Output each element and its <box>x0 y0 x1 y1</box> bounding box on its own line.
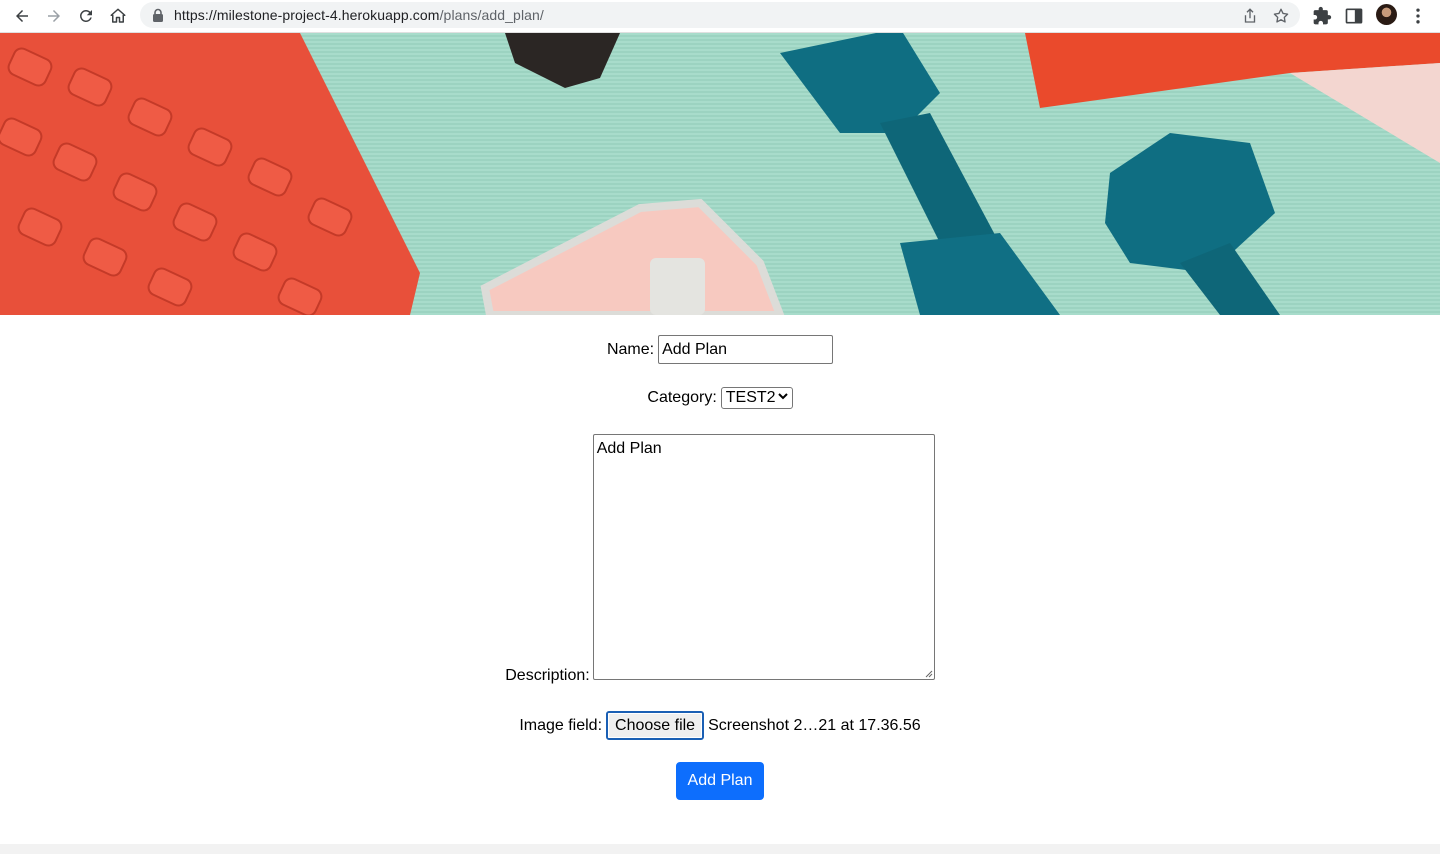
description-textarea[interactable]: Add Plan <box>592 434 935 680</box>
url-text[interactable]: https://milestone-project-4.herokuapp.co… <box>174 7 544 23</box>
url-host: https://milestone-project-4.herokuapp.co… <box>174 7 440 23</box>
reload-icon[interactable] <box>75 5 97 27</box>
browser-toolbar: https://milestone-project-4.herokuapp.co… <box>0 0 1440 33</box>
image-row: Image field: Choose file Screenshot 2…21… <box>0 711 1440 740</box>
category-row: Category: TEST2 <box>0 387 1440 409</box>
category-selected-value: TEST2 <box>725 389 776 406</box>
description-label: Description: <box>505 667 590 684</box>
page-footer-strip <box>0 844 1440 854</box>
share-icon[interactable] <box>1241 7 1259 25</box>
resize-handle-icon[interactable] <box>924 669 933 678</box>
back-icon[interactable] <box>11 5 33 27</box>
name-input[interactable]: Add Plan <box>658 335 834 364</box>
fitness-equipment-illustration <box>0 33 1440 315</box>
profile-avatar[interactable] <box>1376 4 1397 25</box>
url-path: /plans/add_plan/ <box>439 7 544 23</box>
address-bar[interactable]: https://milestone-project-4.herokuapp.co… <box>140 2 1300 28</box>
hero-image <box>0 33 1440 315</box>
chevron-down-icon <box>777 388 788 408</box>
name-row: Name: Add Plan <box>0 335 1440 364</box>
description-text: Add Plan <box>596 440 662 457</box>
add-plan-button[interactable]: Add Plan <box>675 762 765 800</box>
description-row: Description: Add Plan <box>0 434 1440 684</box>
menu-icon[interactable] <box>1408 6 1428 26</box>
bookmark-star-icon[interactable] <box>1272 7 1290 25</box>
submit-row: Add Plan <box>0 762 1440 800</box>
name-label: Name: <box>606 341 655 358</box>
extensions-icon[interactable] <box>1312 6 1332 26</box>
lock-icon[interactable] <box>152 8 164 22</box>
home-icon[interactable] <box>107 5 129 27</box>
forward-icon[interactable] <box>43 5 65 27</box>
choose-file-button[interactable]: Choose file <box>606 711 705 740</box>
side-panel-icon[interactable] <box>1344 6 1364 26</box>
category-select[interactable]: TEST2 <box>720 387 793 409</box>
category-label: Category: <box>647 389 717 406</box>
selected-file-name: Screenshot 2…21 at 17.36.56 <box>708 717 921 734</box>
image-label: Image field: <box>519 717 603 734</box>
